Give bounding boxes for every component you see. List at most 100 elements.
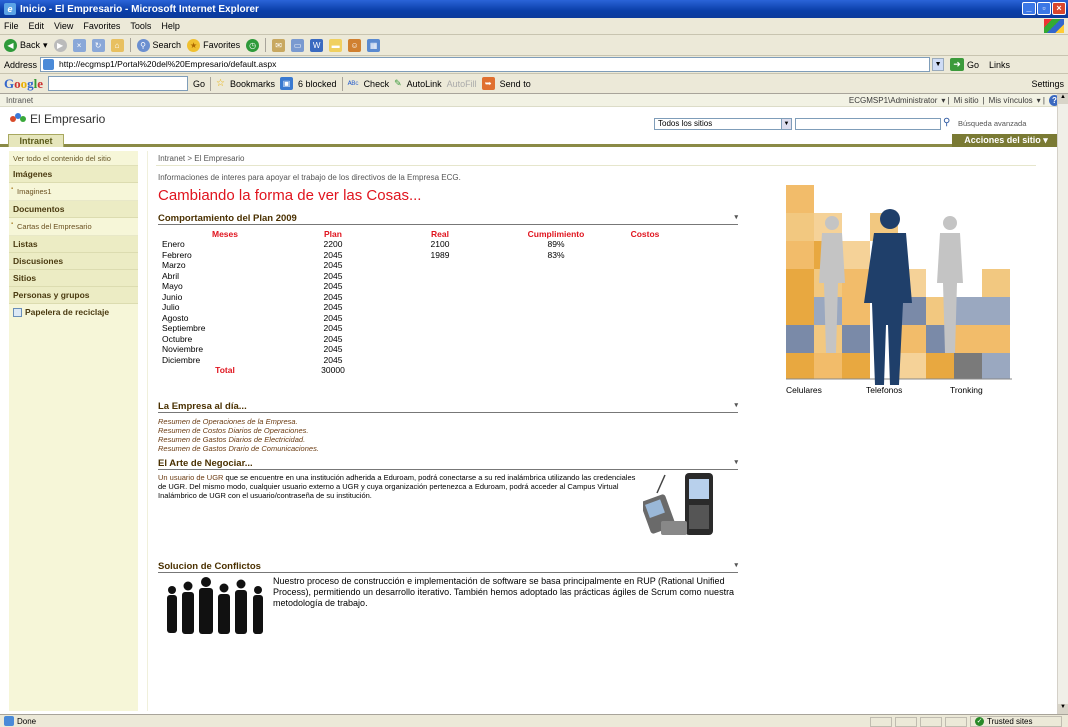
label-celulares[interactable]: Celulares: [786, 385, 822, 395]
table-cell: 2045: [323, 333, 343, 344]
menu-file[interactable]: File: [4, 21, 19, 31]
table-cell: [610, 344, 680, 355]
table-cell: 2200: [323, 239, 343, 250]
menu-help[interactable]: Help: [161, 21, 180, 31]
nav-heading-personas[interactable]: Personas y grupos: [9, 287, 138, 304]
google-logo[interactable]: Google: [4, 76, 43, 92]
search-icon[interactable]: ⚲: [943, 117, 955, 129]
scroll-down-icon[interactable]: ▼: [1058, 704, 1068, 714]
user-menu[interactable]: ECGMSP1\Administrator: [849, 96, 937, 105]
print-icon[interactable]: ▭: [291, 38, 305, 52]
scroll-up-icon[interactable]: ▲: [1058, 94, 1068, 104]
tab-intranet[interactable]: Intranet: [8, 134, 64, 147]
nav-heading-sitios[interactable]: Sitios: [9, 270, 138, 287]
bookmarks-button[interactable]: Bookmarks: [230, 79, 275, 89]
col-header-real: Real: [431, 229, 449, 239]
menu-edit[interactable]: Edit: [29, 21, 45, 31]
go-arrow-icon: ➜: [950, 58, 965, 71]
webpart-menu-icon[interactable]: ▾: [734, 458, 738, 466]
blocked-button[interactable]: 6 blocked: [298, 79, 337, 89]
search-scope-select[interactable]: Todos los sitios ▼: [654, 118, 792, 130]
menu-tools[interactable]: Tools: [130, 21, 151, 31]
messenger-icon[interactable]: ☺: [348, 38, 362, 52]
list-item[interactable]: Resumen de Costos Diarios de Operaciones…: [158, 426, 319, 435]
refresh-icon[interactable]: ↻: [91, 38, 105, 52]
nav-item-cartas[interactable]: Cartas del Empresario: [9, 218, 138, 236]
minimize-button[interactable]: _: [1022, 2, 1036, 15]
security-zone[interactable]: ✓ Trusted sites: [970, 716, 1062, 727]
table-cell: [378, 271, 502, 282]
nav-heading-discusiones[interactable]: Discusiones: [9, 253, 138, 270]
nav-heading-imagenes[interactable]: Imágenes: [9, 166, 138, 183]
recycle-bin-link[interactable]: Papelera de reciclaje: [9, 304, 138, 320]
list-item[interactable]: Resumen de Gastos Drario de Comunicacion…: [158, 444, 319, 453]
address-bar: Address http://ecgmsp1/Portal%20del%20Em…: [0, 56, 1068, 74]
zone-area: ✓ Trusted sites: [870, 716, 1062, 727]
table-cell: [610, 323, 680, 334]
close-button[interactable]: ×: [1052, 2, 1066, 15]
research-icon[interactable]: ▦: [367, 38, 381, 52]
col-header-costos: Costos: [630, 229, 660, 239]
view-all-content-link[interactable]: Ver todo el contenido del sitio: [9, 151, 138, 166]
nav-item-imagines1[interactable]: Imagines1: [9, 183, 138, 201]
forward-arrow-icon[interactable]: ▶: [53, 38, 67, 52]
mis-vinculos-menu[interactable]: Mis vínculos: [989, 96, 1033, 105]
address-dropdown-button[interactable]: ▼: [932, 58, 945, 71]
table-cell: [502, 271, 610, 282]
sendto-button[interactable]: Send to: [500, 79, 531, 89]
list-item[interactable]: Resumen de Operaciones de la Empresa.: [158, 417, 319, 426]
webpart-menu-icon[interactable]: ▾: [734, 213, 738, 221]
site-actions-menu[interactable]: Acciones del sitio ▾: [952, 134, 1060, 147]
stop-icon[interactable]: ×: [72, 38, 86, 52]
table-cell: [610, 281, 680, 292]
links-button[interactable]: Links: [989, 60, 1010, 70]
search-input[interactable]: [795, 118, 941, 130]
search-icon: ⚲: [136, 38, 150, 52]
folder-icon[interactable]: ▬: [329, 38, 343, 52]
search-button[interactable]: ⚲ Search: [136, 38, 181, 52]
webpart-menu-icon[interactable]: ▾: [734, 561, 738, 569]
advanced-search-link[interactable]: Búsqueda avanzada: [958, 119, 1026, 128]
label-telefonos[interactable]: Telefonos: [866, 385, 902, 395]
table-cell: 2045: [323, 312, 343, 323]
vertical-scrollbar[interactable]: ▲ ▼: [1057, 94, 1068, 714]
label-tronking[interactable]: Tronking: [950, 385, 983, 395]
mi-sitio-link[interactable]: Mi sitio: [954, 96, 979, 105]
webpart-plan-title: Comportamiento del Plan 2009 ▾: [158, 213, 738, 225]
site-link[interactable]: Intranet: [6, 96, 33, 105]
check-button[interactable]: Check: [364, 79, 390, 89]
maximize-button[interactable]: ▫: [1037, 2, 1051, 15]
autolink-button[interactable]: AutoLink: [407, 79, 442, 89]
google-search-input[interactable]: [48, 76, 189, 91]
arte-text: Un usuario de UGR que se encuentre en un…: [158, 473, 636, 500]
ugr-link[interactable]: Un usuario de UGR: [158, 473, 223, 482]
google-go-button[interactable]: Go: [193, 79, 205, 89]
list-item[interactable]: Resumen de Gastos Diarios de Electricida…: [158, 435, 319, 444]
table-cell: [610, 334, 680, 345]
history-icon[interactable]: ◷: [246, 38, 260, 52]
favorites-button[interactable]: ★ Favorites: [187, 38, 240, 52]
address-input[interactable]: http://ecgmsp1/Portal%20del%20Empresario…: [40, 57, 931, 72]
table-row: Julio 2045: [160, 302, 680, 313]
window-titlebar: e Inicio - El Empresario - Microsoft Int…: [0, 0, 1068, 18]
edit-icon[interactable]: W: [310, 38, 324, 52]
table-cell: [378, 260, 502, 271]
nav-heading-listas[interactable]: Listas: [9, 236, 138, 253]
site-logo[interactable]: El Empresario: [10, 112, 105, 126]
go-button[interactable]: ➜ Go: [950, 58, 979, 71]
table-cell: 83%: [547, 249, 565, 260]
nav-heading-documentos[interactable]: Documentos: [9, 201, 138, 218]
menu-favorites[interactable]: Favorites: [83, 21, 120, 31]
tab-bar: Intranet Acciones del sitio ▾: [0, 134, 1068, 147]
home-icon[interactable]: ⌂: [110, 38, 124, 52]
webpart-menu-icon[interactable]: ▾: [734, 401, 738, 409]
table-cell: [378, 344, 502, 355]
mail-icon[interactable]: ✉: [272, 38, 286, 52]
menu-view[interactable]: View: [54, 21, 73, 31]
settings-button[interactable]: Settings: [1031, 79, 1064, 89]
table-row: Mayo 2045: [160, 281, 680, 292]
breadcrumb[interactable]: Intranet > El Empresario: [158, 154, 244, 163]
back-button[interactable]: ◀ Back ▾: [4, 38, 48, 52]
plan-table: Meses Plan Real Cumplimiento Costos Ener…: [160, 229, 680, 376]
autofill-button[interactable]: AutoFill: [447, 79, 477, 89]
